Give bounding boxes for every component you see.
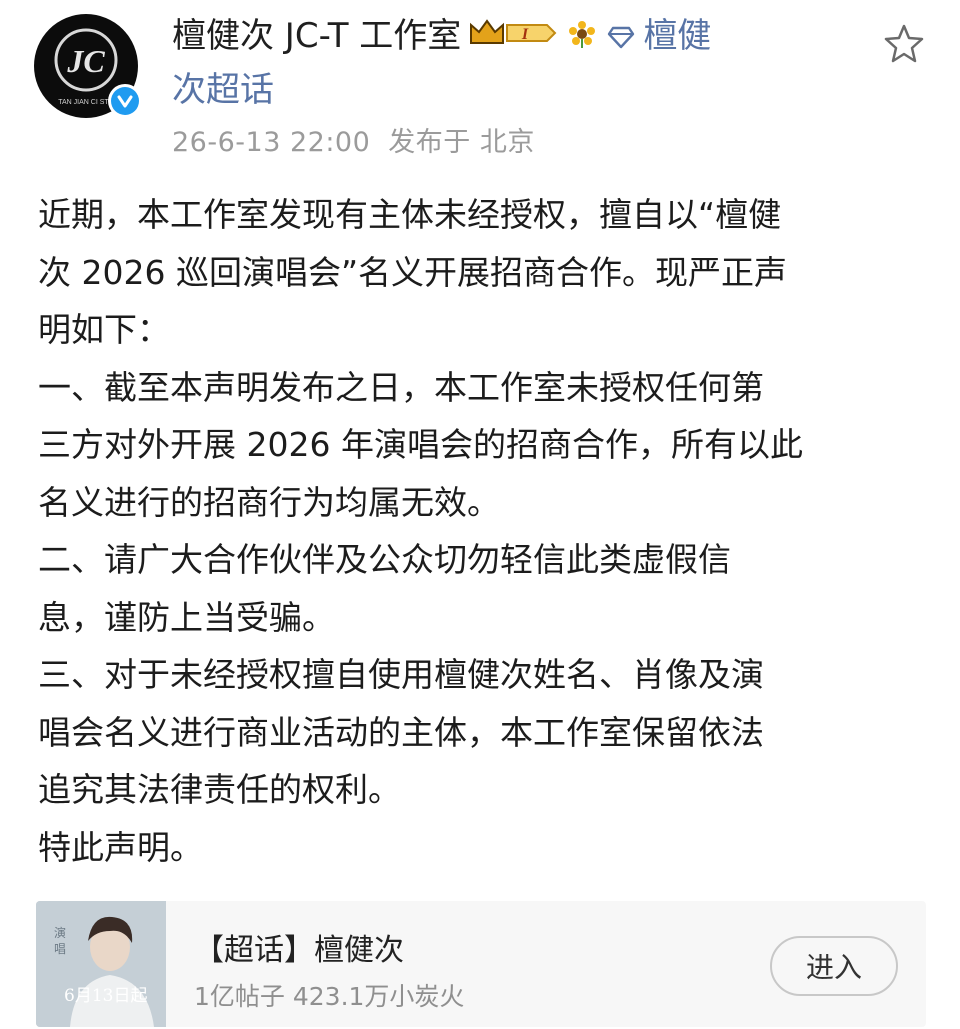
thumbnail-caption: 6月13日起	[64, 986, 147, 1006]
post-line: 特此声明。	[38, 827, 203, 867]
post-line: 名义进行的招商行为均属无效。	[38, 482, 500, 522]
supertopic-title: 【超话】檀健次	[194, 933, 404, 968]
post-line: 二、请广大合作伙伴及公众切勿轻信此类虚假信	[38, 540, 731, 579]
author-name[interactable]: 檀健次 JC-T 工作室	[172, 16, 461, 56]
author-avatar[interactable]: JC TAN JIAN CI STU	[34, 14, 142, 118]
post-header: JC TAN JIAN CI STU 檀健次 JC-T 工作室 I 檀健 次超话…	[0, 0, 960, 170]
enter-supertopic-button[interactable]: 进入	[770, 936, 898, 996]
svg-text:唱: 唱	[54, 942, 66, 956]
favorite-star-icon[interactable]	[882, 22, 926, 66]
avatar-caption: TAN JIAN CI STU	[58, 99, 113, 106]
post-line: 追究其法律责任的权利。	[38, 770, 401, 809]
post-line: 次 2026 巡回演唱会”名义开展招商合作。现严正声	[38, 252, 788, 292]
sunflower-icon	[567, 12, 597, 64]
post-line: 三、对于未经授权擅自使用檀健次姓名、肖像及演	[38, 655, 764, 694]
supertopic-diamond-icon	[607, 12, 635, 64]
post-line: 唱会名义进行商业活动的主体，本工作室保留依法	[38, 712, 764, 752]
post-line: 三方对外开展 2026 年演唱会的招商合作，所有以此	[38, 425, 803, 464]
post-meta: 26-6-13 22:00 发布于 北京	[172, 120, 535, 159]
post-location: 发布于 北京	[388, 127, 535, 158]
post-line: 明如下：	[38, 310, 170, 349]
supertopic-card[interactable]: 演 唱 6月13日起 【超话】檀健次 1亿帖子 423.1万小炭火 进入	[36, 901, 926, 1027]
author-line: 檀健次 JC-T 工作室 I 檀健次超话	[172, 10, 792, 116]
crown-level-icon: I	[467, 12, 559, 64]
supertopic-stats: 1亿帖子 423.1万小炭火	[194, 982, 465, 1011]
crown-level-text: I	[521, 26, 529, 43]
supertopic-thumbnail: 演 唱 6月13日起	[36, 901, 166, 1027]
verified-badge-icon	[108, 84, 142, 118]
post-line: 息，谨防上当受骗。	[38, 597, 335, 637]
svg-text:演: 演	[54, 925, 66, 940]
svg-text:JC: JC	[66, 43, 105, 79]
post-line: 近期，本工作室发现有主体未经授权，擅自以“檀健	[38, 195, 782, 234]
post-body: 近期，本工作室发现有主体未经授权，擅自以“檀健 次 2026 巡回演唱会”名义开…	[38, 186, 928, 876]
supertopic-link[interactable]: 檀健	[643, 16, 711, 56]
supertopic-link-cont[interactable]: 次超话	[172, 70, 274, 110]
post-line: 一、截至本声明发布之日，本工作室未授权任何第	[38, 367, 764, 407]
post-timestamp: 26-6-13 22:00	[172, 127, 371, 158]
